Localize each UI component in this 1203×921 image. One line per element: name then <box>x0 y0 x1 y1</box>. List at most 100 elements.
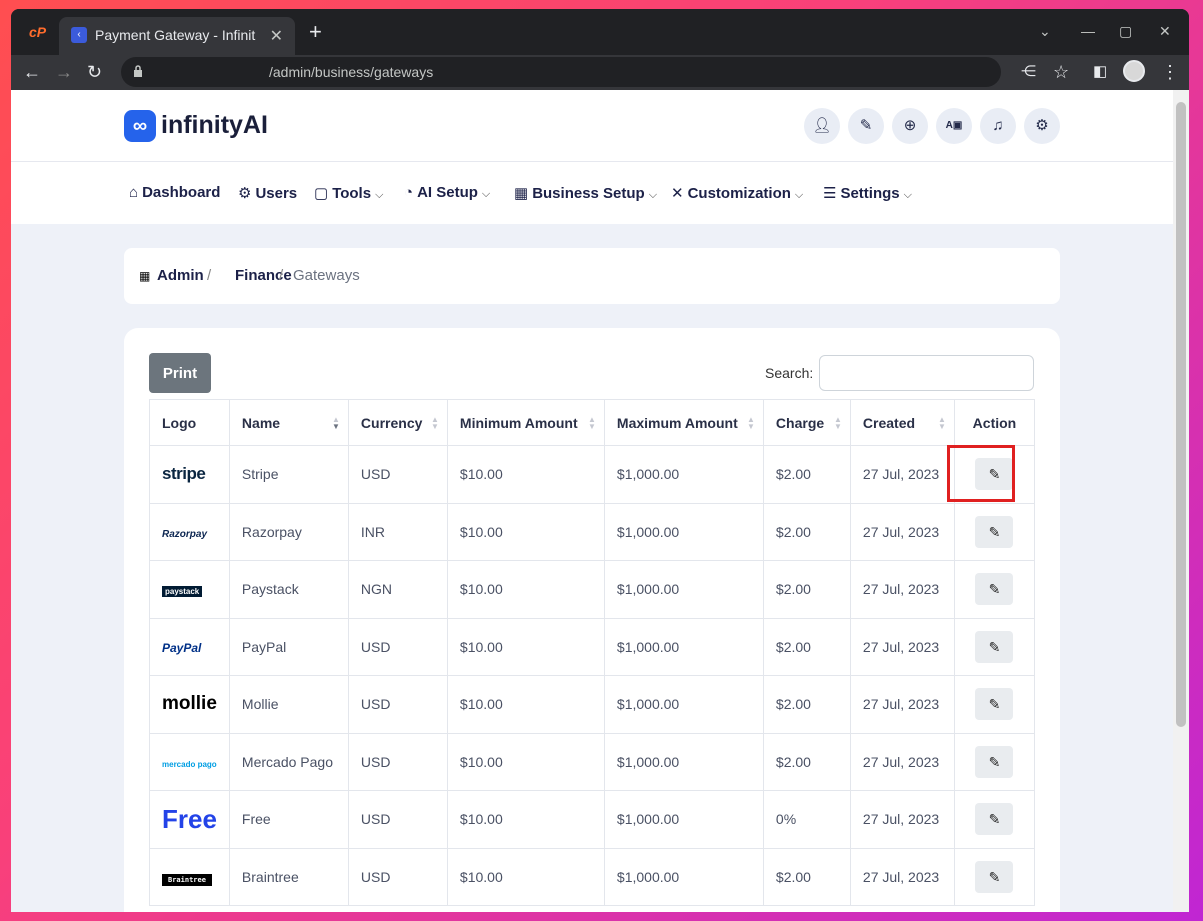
gateway-name: Free <box>228 790 349 849</box>
scroll-thumb[interactable] <box>1176 102 1186 727</box>
share-icon[interactable]: ⋲ <box>1021 61 1036 83</box>
page-scrollbar[interactable] <box>1173 90 1189 912</box>
gateway-name: Stripe <box>228 445 349 504</box>
sort-icon: ▲ ▼ <box>747 415 755 431</box>
edit-button[interactable]: ✎ <box>975 860 1014 893</box>
gateway-currency: USD <box>347 445 448 504</box>
sliders-icon: ☰ <box>823 185 837 202</box>
close-tab-icon[interactable]: ✕ <box>270 26 283 46</box>
briefcase-icon: ▢ <box>314 185 329 202</box>
search-input[interactable] <box>819 355 1034 391</box>
maximize-icon[interactable]: ▢ <box>1119 23 1132 40</box>
mercado-pago-logo: mercado pago <box>162 759 217 769</box>
cpanel-icon[interactable]: cP <box>29 24 49 40</box>
gateway-logo: PayPal <box>149 617 230 676</box>
column-header-maximum[interactable]: Maximum Amount ▲ ▼ <box>603 399 764 446</box>
tools-icon: ✕ <box>671 185 684 202</box>
ad-icon[interactable]: A▣ <box>936 108 972 144</box>
search-label: Search: <box>765 365 814 381</box>
edit-button[interactable]: ✎ <box>975 745 1014 778</box>
close-window-icon[interactable]: ✕ <box>1159 23 1171 40</box>
site-header: ∞ infinityAI 👤︎ ✎ ⊕ A▣ ♫ ⚙ <box>11 90 1173 162</box>
gateway-currency: NGN <box>347 560 448 619</box>
minimize-icon[interactable]: — <box>1081 23 1095 39</box>
gateway-name: Mollie <box>228 675 349 734</box>
sort-icon: ▲ ▼ <box>588 415 596 431</box>
user-icon[interactable]: 👤︎ <box>804 108 840 144</box>
edit-icon: ✎ <box>988 811 1001 828</box>
browser-tab[interactable]: ‹ Payment Gateway - Infinit ✕ <box>59 17 295 55</box>
gateway-action: ✎ <box>953 732 1036 791</box>
profile-avatar[interactable] <box>1123 60 1145 82</box>
breadcrumb-finance[interactable]: Finance <box>235 267 292 284</box>
menu-icon[interactable]: ⋮ <box>1161 61 1179 83</box>
column-header-name[interactable]: Name ▲ ▼ <box>228 399 349 446</box>
main-nav: ⌂ Dashboard ⚙ Users ▢ Tools ⌵ ◔ AI Setup ⌵ ▦ Bu… <box>11 162 1173 224</box>
mollie-logo: mollie <box>162 693 217 715</box>
edit-button[interactable]: ✎ <box>975 458 1014 491</box>
new-tab-icon[interactable]: + <box>309 21 322 43</box>
column-header-charge[interactable]: Charge ▲ ▼ <box>762 399 851 446</box>
column-header-logo[interactable]: Logo <box>149 399 230 446</box>
tab-strip: cP ‹ Payment Gateway - Infinit ✕ + ⌄ — ▢… <box>11 9 1189 55</box>
broom-icon[interactable]: ✎ <box>848 108 884 144</box>
bookmark-star-icon[interactable]: ☆ <box>1053 61 1069 83</box>
gateway-max: $1,000.00 <box>603 502 764 561</box>
reload-icon[interactable]: ↻ <box>87 61 102 83</box>
user-gear-icon[interactable]: ⚙ <box>1024 108 1060 144</box>
forward-icon[interactable]: → <box>55 61 73 83</box>
gateway-name: Razorpay <box>228 502 349 561</box>
gateway-max: $1,000.00 <box>603 617 764 676</box>
column-header-action: Action <box>953 399 1036 446</box>
gateway-logo: stripe <box>149 445 230 504</box>
gateway-charge: $2.00 <box>762 847 851 906</box>
gateway-charge: $2.00 <box>762 560 851 619</box>
column-header-currency[interactable]: Currency ▲ ▼ <box>347 399 448 446</box>
nav-dashboard[interactable]: ⌂ Dashboard <box>129 184 220 201</box>
favicon-icon: ‹ <box>71 27 87 43</box>
edit-button[interactable]: ✎ <box>975 688 1014 721</box>
column-header-minimum[interactable]: Minimum Amount ▲ ▼ <box>446 399 605 446</box>
address-bar[interactable]: /admin/business/gateways <box>121 57 1001 87</box>
sort-icon: ▲ ▼ <box>938 415 946 431</box>
column-label: Maximum Amount <box>616 414 738 431</box>
back-icon[interactable]: ← <box>23 61 41 83</box>
gateway-currency: USD <box>347 617 448 676</box>
edit-button[interactable]: ✎ <box>975 803 1014 836</box>
table-row: mercado pago Mercado Pago USD $10.00 $1,… <box>149 732 1036 791</box>
gateway-action: ✎ <box>953 502 1036 561</box>
page-viewport: ∞ infinityAI 👤︎ ✎ ⊕ A▣ ♫ ⚙ ⌂ Dashboard ⚙ U… <box>11 90 1189 912</box>
tab-search-icon[interactable]: ⌄ <box>1039 23 1051 40</box>
nav-ai-setup[interactable]: ◔ AI Setup ⌵ <box>404 184 490 201</box>
chevron-down-icon: ⌵ <box>794 189 804 201</box>
gateway-name: Paystack <box>228 560 349 619</box>
nav-tools[interactable]: ▢ Tools ⌵ <box>314 184 383 202</box>
globe-icon[interactable]: ⊕ <box>892 108 928 144</box>
nav-users[interactable]: ⚙ Users <box>238 184 297 202</box>
paypal-logo: PayPal <box>162 640 202 655</box>
edit-icon: ✎ <box>988 466 1001 483</box>
column-header-created[interactable]: Created ▲ ▼ <box>849 399 955 446</box>
nav-business-setup[interactable]: ▦ Business Setup ⌵ <box>514 184 657 202</box>
column-label: Name <box>241 414 281 431</box>
breadcrumb-separator: / <box>207 267 212 284</box>
building-icon: ▦ <box>514 185 529 202</box>
side-panel-icon[interactable]: ◧ <box>1093 61 1107 83</box>
edit-button[interactable]: ✎ <box>975 573 1014 606</box>
edit-button[interactable]: ✎ <box>975 630 1014 663</box>
gateway-charge: $2.00 <box>762 502 851 561</box>
gateway-min: $10.00 <box>446 732 605 791</box>
gateway-logo: Razorpay <box>149 502 230 561</box>
edit-icon: ✎ <box>988 696 1001 713</box>
breadcrumb-admin[interactable]: Admin <box>157 267 204 284</box>
gateway-action: ✎ <box>953 445 1036 504</box>
table-row: Free Free USD $10.00 $1,000.00 0% 27 Jul… <box>149 790 1036 849</box>
gateway-charge: $2.00 <box>762 732 851 791</box>
stripe-logo: stripe <box>162 464 206 484</box>
bell-icon[interactable]: ♫ <box>980 108 1016 144</box>
edit-button[interactable]: ✎ <box>975 515 1014 548</box>
nav-settings[interactable]: ☰ Settings ⌵ <box>823 184 912 202</box>
nav-customization[interactable]: ✕ Customization ⌵ <box>671 184 803 202</box>
edit-icon: ✎ <box>988 638 1001 655</box>
print-button[interactable]: Print <box>149 353 211 393</box>
